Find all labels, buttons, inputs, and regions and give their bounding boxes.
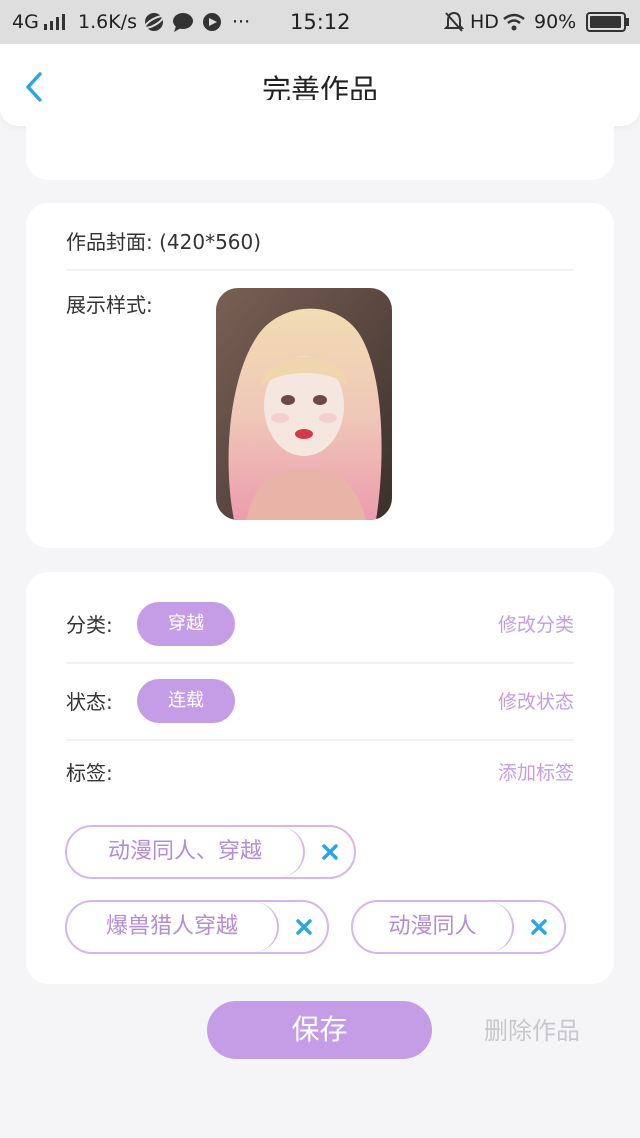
hd-indicator: HD [470,11,499,33]
cover-size-label: 作品封面: (420*560) [66,230,262,254]
status-bar: 4G 1.6K/s ··· 15:12 HD 90% [0,0,640,44]
video-icon [203,13,221,31]
battery-percent: 90% [534,11,577,33]
remove-tag-icon[interactable] [305,827,355,877]
tag-label: 动漫同人、穿越 [67,827,305,877]
clock: 15:12 [290,10,351,34]
status-label: 状态: [66,690,113,714]
more-notifications: ··· [232,11,251,33]
remove-tag-icon[interactable] [514,902,564,952]
display-style-label: 展示样式: [66,293,153,317]
network-speed: 1.6K/s [78,11,137,33]
divider [66,662,574,664]
tag-chip: 动漫同人 [351,900,566,954]
browser-icon [144,13,164,31]
category-value-pill: 穿越 [137,602,235,646]
chat-icon [173,13,193,32]
tag-label: 爆兽猎人穿越 [67,902,279,952]
tag-chip: 爆兽猎人穿越 [65,900,329,954]
divider [66,739,574,741]
network-type: 4G [12,11,39,33]
remove-tag-icon[interactable] [279,902,329,952]
add-tag-link[interactable]: 添加标签 [498,759,574,787]
edit-status-link[interactable]: 修改状态 [498,688,574,716]
category-label: 分类: [66,613,113,637]
cover-portrait-image [216,288,392,520]
edit-category-link[interactable]: 修改分类 [498,611,574,639]
wifi-icon [503,13,525,31]
save-button[interactable]: 保存 [207,1001,432,1059]
top-card [26,100,614,180]
info-card: 分类: 穿越 修改分类 状态: 连载 修改状态 标签: 添加标签 动漫同人、穿越… [26,572,614,984]
tags-label: 标签: [66,761,113,785]
divider [66,269,574,271]
delete-work-button[interactable]: 删除作品 [484,1014,580,1048]
cover-card: 作品封面: (420*560) 展示样式: [26,203,614,548]
mute-bell-icon [444,11,464,32]
tag-label: 动漫同人 [353,902,514,952]
tag-chip: 动漫同人、穿越 [65,825,356,879]
signal-icon [44,14,65,30]
battery-icon [586,12,629,32]
status-value-pill: 连载 [137,679,235,723]
cover-image[interactable] [216,288,392,520]
